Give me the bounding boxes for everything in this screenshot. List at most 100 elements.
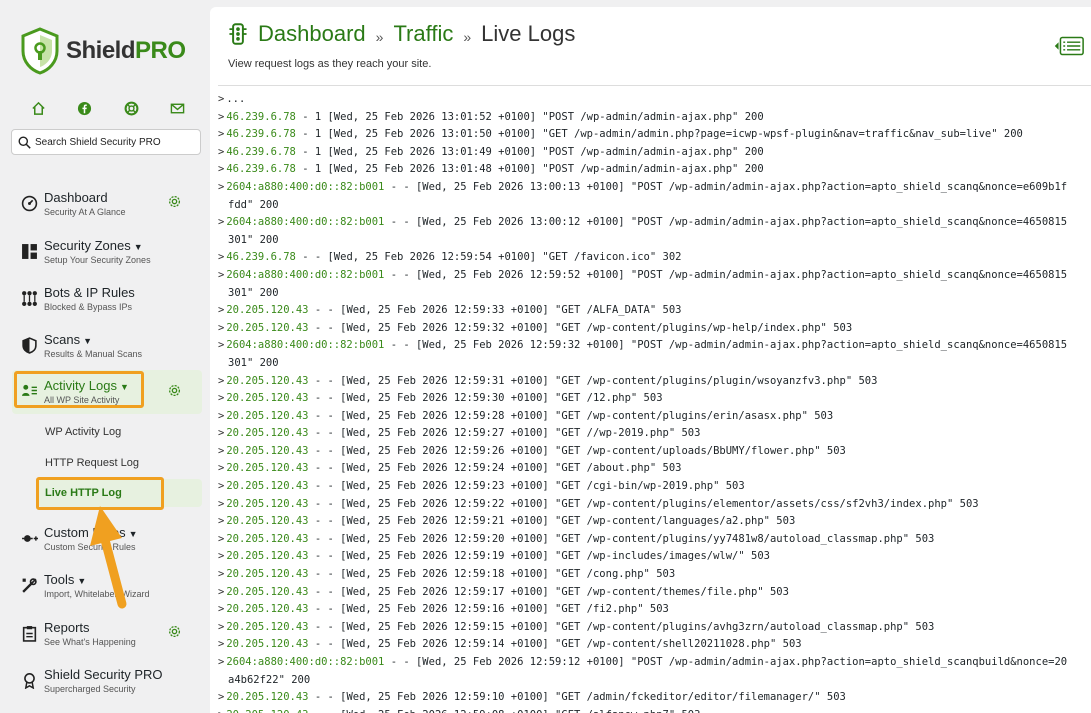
prompt-chevron: > xyxy=(218,93,225,105)
log-ip[interactable]: 46.239.6.78 xyxy=(226,163,296,175)
subnav-wp-activity-log[interactable]: WP Activity Log xyxy=(45,426,121,438)
log-ip[interactable]: 46.239.6.78 xyxy=(226,111,296,123)
log-text: - 1 [Wed, 25 Feb 2026 13:01:49 +0100] "P… xyxy=(295,145,764,158)
sidebar-item-subtitle: Supercharged Security xyxy=(44,684,136,694)
envelope-icon[interactable] xyxy=(168,98,188,118)
subnav-http-request-log[interactable]: HTTP Request Log xyxy=(45,457,139,469)
log-line: >20.205.120.43 - - [Wed, 25 Feb 2026 12:… xyxy=(218,425,1091,443)
nodes-icon xyxy=(19,288,39,308)
node-plus-icon xyxy=(19,528,39,548)
sidebar-item-scans[interactable]: Scans ▼ Results & Manual Scans xyxy=(12,328,202,372)
log-ip[interactable]: 2604:a880:400:d0::82:b001 xyxy=(226,216,384,228)
tools-icon xyxy=(19,575,39,595)
log-ip[interactable]: 46.239.6.78 xyxy=(226,251,296,263)
brand-name: Shield xyxy=(66,37,136,64)
log-text: - - [Wed, 25 Feb 2026 12:59:18 +0100] "G… xyxy=(308,568,676,581)
main-panel: Dashboard » Traffic » Live Logs View req… xyxy=(210,7,1091,713)
gear-icon[interactable] xyxy=(167,194,182,214)
log-ip[interactable]: 20.205.120.43 xyxy=(226,480,308,492)
log-ip[interactable]: 20.205.120.43 xyxy=(226,427,308,439)
log-ip[interactable]: 46.239.6.78 xyxy=(226,128,296,140)
log-ip[interactable]: 20.205.120.43 xyxy=(226,462,308,474)
log-ip[interactable]: 20.205.120.43 xyxy=(226,392,308,404)
sidebar-item-reports[interactable]: Reports See What's Happening xyxy=(12,616,202,660)
log-text: a4b62f22" 200 xyxy=(228,673,311,686)
prompt-chevron: > xyxy=(218,216,225,229)
log-ip[interactable]: 20.205.120.43 xyxy=(226,621,308,633)
prompt-chevron: > xyxy=(218,515,225,528)
log-ip[interactable]: 20.205.120.43 xyxy=(226,322,308,334)
log-ip[interactable]: 20.205.120.43 xyxy=(226,410,308,422)
log-text: - - [Wed, 25 Feb 2026 12:59:12 +0100] "P… xyxy=(384,656,1068,668)
sidebar-item-title: Security Zones xyxy=(44,238,131,253)
sidebar-item-dashboard[interactable]: Dashboard Security At A Glance xyxy=(12,186,202,230)
log-text: - - [Wed, 25 Feb 2026 12:59:20 +0100] "G… xyxy=(308,532,935,545)
log-ip[interactable]: 20.205.120.43 xyxy=(226,375,308,387)
log-text: - - [Wed, 25 Feb 2026 12:59:16 +0100] "G… xyxy=(308,603,669,616)
prompt-chevron: > xyxy=(218,568,225,581)
prompt-chevron: > xyxy=(218,603,225,616)
log-ip[interactable]: 2604:a880:400:d0::82:b001 xyxy=(226,181,384,193)
breadcrumb: Dashboard » Traffic » Live Logs xyxy=(228,21,575,47)
shieldpro-logo[interactable]: ShieldPRO xyxy=(20,26,200,76)
prompt-chevron: > xyxy=(218,321,225,334)
search-box[interactable] xyxy=(11,129,201,155)
search-input[interactable] xyxy=(35,136,195,148)
prompt-chevron: > xyxy=(218,691,225,704)
sidebar-item-title: Bots & IP Rules xyxy=(44,285,135,300)
facebook-icon[interactable] xyxy=(75,98,95,118)
gear-icon[interactable] xyxy=(167,383,182,403)
log-text: - - [Wed, 25 Feb 2026 12:59:17 +0100] "G… xyxy=(308,585,789,598)
log-ip[interactable]: 20.205.120.43 xyxy=(226,586,308,598)
sidebar-item-security-zones[interactable]: Security Zones ▼ Setup Your Security Zone… xyxy=(12,234,202,278)
breadcrumb-dashboard[interactable]: Dashboard xyxy=(258,21,366,47)
award-icon xyxy=(19,670,39,690)
log-line: >20.205.120.43 - - [Wed, 25 Feb 2026 12:… xyxy=(218,320,1091,338)
prompt-chevron: > xyxy=(218,497,225,510)
log-ip[interactable]: 20.205.120.43 xyxy=(226,691,308,703)
log-ip[interactable]: 20.205.120.43 xyxy=(226,638,308,650)
log-ip[interactable]: 20.205.120.43 xyxy=(226,603,308,615)
prompt-chevron: > xyxy=(218,427,225,440)
page-title: Live Logs xyxy=(481,21,576,46)
breadcrumb-traffic[interactable]: Traffic xyxy=(393,21,453,47)
log-ip[interactable]: 2604:a880:400:d0::82:b001 xyxy=(226,269,384,281)
sidebar-item-shield-pro[interactable]: Shield Security PRO Supercharged Securit… xyxy=(12,663,202,707)
log-line-continuation: 301" 200 xyxy=(218,232,1091,250)
sidebar-item-bots-ip-rules[interactable]: Bots & IP Rules Blocked & Bypass IPs xyxy=(12,281,202,325)
sidebar-toggle-button[interactable] xyxy=(1051,35,1085,57)
log-ip[interactable]: 20.205.120.43 xyxy=(226,304,308,316)
log-line: >2604:a880:400:d0::82:b001 - - [Wed, 25 … xyxy=(218,654,1091,672)
log-line: >46.239.6.78 - 1 [Wed, 25 Feb 2026 13:01… xyxy=(218,109,1091,127)
log-line: >20.205.120.43 - - [Wed, 25 Feb 2026 12:… xyxy=(218,707,1091,713)
home-icon[interactable] xyxy=(28,98,48,118)
sidebar-item-subtitle: Setup Your Security Zones xyxy=(44,255,151,265)
log-text: - - [Wed, 25 Feb 2026 12:59:21 +0100] "G… xyxy=(308,515,796,528)
log-ip[interactable]: 20.205.120.43 xyxy=(226,550,308,562)
log-ip[interactable]: 20.205.120.43 xyxy=(226,498,308,510)
prompt-chevron: > xyxy=(218,638,225,651)
log-text: - - [Wed, 25 Feb 2026 12:59:31 +0100] "G… xyxy=(308,374,878,387)
gear-icon[interactable] xyxy=(167,624,182,644)
log-text: - - [Wed, 25 Feb 2026 12:59:32 +0100] "G… xyxy=(308,321,853,334)
log-line: >20.205.120.43 - - [Wed, 25 Feb 2026 12:… xyxy=(218,548,1091,566)
log-ip[interactable]: 20.205.120.43 xyxy=(226,568,308,580)
log-ip[interactable]: 46.239.6.78 xyxy=(226,146,296,158)
log-ip[interactable]: 20.205.120.43 xyxy=(226,445,308,457)
log-line: >46.239.6.78 - 1 [Wed, 25 Feb 2026 13:01… xyxy=(218,144,1091,162)
sidebar-item-subtitle: See What's Happening xyxy=(44,637,136,647)
prompt-chevron: > xyxy=(218,550,225,563)
sidebar-item-title: Scans xyxy=(44,332,81,347)
caret-down-icon: ▼ xyxy=(133,242,143,252)
log-ip[interactable]: 20.205.120.43 xyxy=(226,709,308,713)
log-ip[interactable]: 20.205.120.43 xyxy=(226,515,308,527)
log-text: - 1 [Wed, 25 Feb 2026 13:01:50 +0100] "G… xyxy=(295,128,1023,141)
lifebuoy-icon[interactable] xyxy=(121,98,141,118)
log-text: - - [Wed, 25 Feb 2026 12:59:22 +0100] "G… xyxy=(308,497,979,510)
log-ip[interactable]: 2604:a880:400:d0::82:b001 xyxy=(226,656,384,668)
log-line: >46.239.6.78 - 1 [Wed, 25 Feb 2026 13:01… xyxy=(218,126,1091,144)
log-ip[interactable]: 2604:a880:400:d0::82:b001 xyxy=(226,339,384,351)
prompt-chevron: > xyxy=(218,709,224,713)
log-text: 301" 200 xyxy=(228,286,279,299)
log-ip[interactable]: 20.205.120.43 xyxy=(226,533,308,545)
